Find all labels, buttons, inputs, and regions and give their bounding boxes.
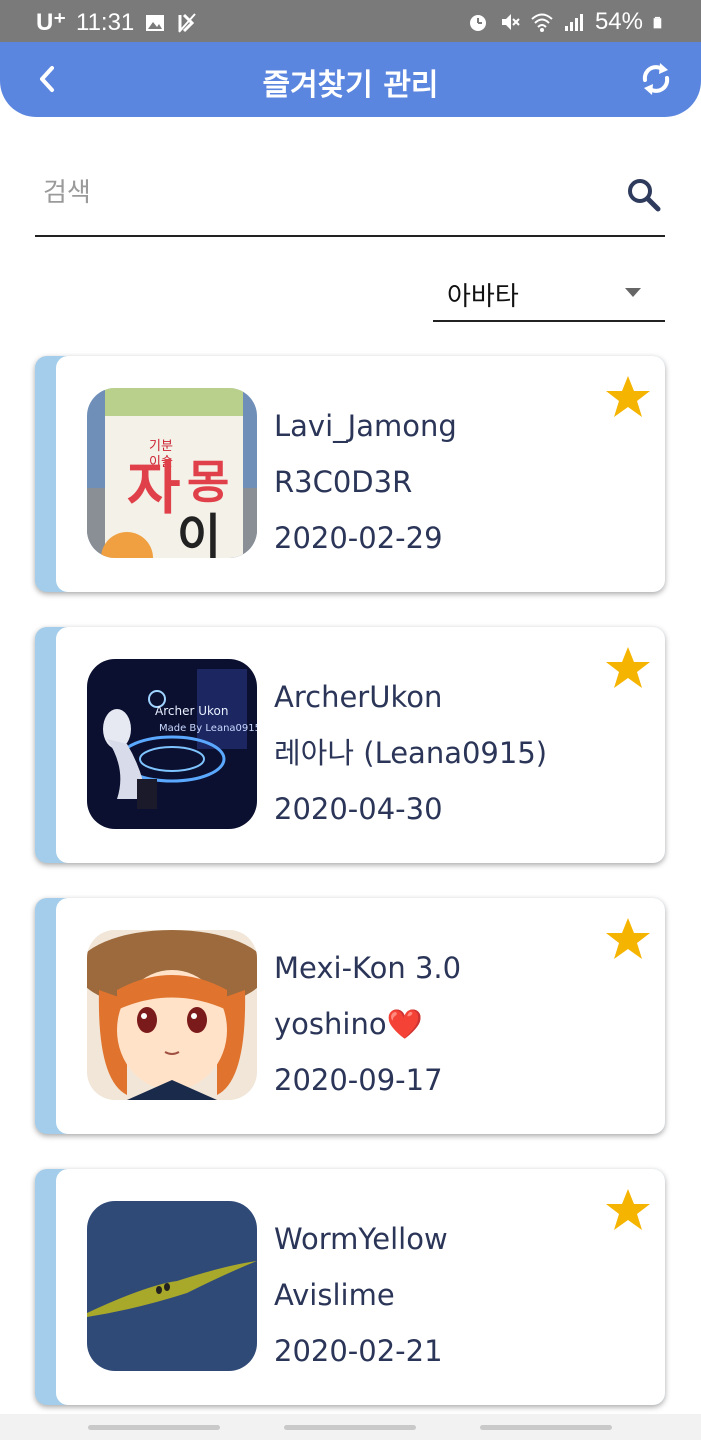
- favorite-card[interactable]: Archer Ukon Made By Leana0915 ArcherUkon…: [35, 627, 665, 863]
- avatar-date: 2020-04-30: [274, 792, 443, 826]
- star-icon[interactable]: [605, 645, 651, 691]
- avatar-thumbnail: [87, 930, 257, 1100]
- favorite-card[interactable]: 기분 이술 자 몽 이 Lavi_Jamong R3C0D3R 2020-02-…: [35, 356, 665, 592]
- card-body: WormYellow Avislime 2020-02-21: [56, 1169, 665, 1405]
- nav-home-handle[interactable]: [284, 1425, 416, 1430]
- wifi-icon: [531, 13, 553, 32]
- carrier-label: U⁺: [36, 9, 66, 36]
- nav-recents-handle[interactable]: [88, 1425, 220, 1430]
- svg-text:이: 이: [177, 509, 221, 558]
- card-text: ArcherUkon 레아나 (Leana0915) 2020-04-30: [274, 669, 547, 837]
- status-bar: U⁺ 11:31 54%: [0, 0, 701, 42]
- search-bar: [35, 158, 665, 237]
- status-right: 54%: [467, 8, 667, 36]
- battery-level: 54%: [594, 8, 643, 35]
- avatar-author: yoshino❤️: [274, 1007, 423, 1041]
- system-nav-bar: [0, 1414, 701, 1440]
- avatar-thumbnail: 기분 이술 자 몽 이: [87, 388, 257, 558]
- svg-text:Made By Leana0915: Made By Leana0915: [159, 723, 257, 734]
- card-body: Archer Ukon Made By Leana0915 ArcherUkon…: [56, 627, 665, 863]
- avatar-image: [87, 930, 257, 1100]
- star-icon[interactable]: [605, 374, 651, 420]
- favorite-card[interactable]: Mexi-Kon 3.0 yoshino❤️ 2020-09-17: [35, 898, 665, 1134]
- favorite-card[interactable]: WormYellow Avislime 2020-02-21: [35, 1169, 665, 1405]
- svg-text:몽: 몽: [187, 455, 229, 509]
- card-body: Mexi-Kon 3.0 yoshino❤️ 2020-09-17: [56, 898, 665, 1134]
- dropdown-selected-value: 아바타: [447, 282, 519, 312]
- card-text: Lavi_Jamong R3C0D3R 2020-02-29: [274, 398, 457, 566]
- search-icon[interactable]: [625, 176, 663, 214]
- avatar-name: Mexi-Kon 3.0: [274, 951, 462, 985]
- signal-icon: [564, 14, 583, 31]
- avatar-image: [87, 1201, 257, 1371]
- dropdown-arrow-icon: [625, 288, 641, 297]
- search-input[interactable]: [41, 172, 605, 214]
- card-body: 기분 이술 자 몽 이 Lavi_Jamong R3C0D3R 2020-02-…: [56, 356, 665, 592]
- svg-text:기분: 기분: [149, 439, 173, 454]
- alarm-icon: [469, 15, 486, 31]
- avatar-name: ArcherUkon: [274, 680, 443, 714]
- favorites-list: 기분 이술 자 몽 이 Lavi_Jamong R3C0D3R 2020-02-…: [35, 356, 665, 1440]
- avatar-name: WormYellow: [274, 1222, 448, 1256]
- image-icon: [146, 14, 165, 31]
- avatar-image: Archer Ukon Made By Leana0915: [87, 659, 257, 829]
- avatar-image: 기분 이술 자 몽 이: [87, 388, 257, 558]
- svg-text:자: 자: [127, 454, 180, 522]
- category-dropdown[interactable]: 아바타: [433, 266, 665, 322]
- status-left: U⁺ 11:31: [36, 8, 198, 37]
- refresh-icon: [642, 63, 670, 95]
- star-icon[interactable]: [605, 1187, 651, 1233]
- avatar-date: 2020-09-17: [274, 1063, 443, 1097]
- avatar-author: Avislime: [274, 1278, 395, 1312]
- clock: 11:31: [76, 8, 135, 36]
- avatar-date: 2020-02-21: [274, 1334, 443, 1368]
- battery-icon: [653, 16, 662, 29]
- avatar-thumbnail: [87, 1201, 257, 1371]
- card-text: Mexi-Kon 3.0 yoshino❤️ 2020-09-17: [274, 940, 461, 1108]
- mute-icon: [501, 14, 520, 30]
- star-icon[interactable]: [605, 916, 651, 962]
- avatar-date: 2020-02-29: [274, 521, 443, 555]
- avatar-author: 레아나 (Leana0915): [274, 736, 548, 770]
- avatar-name: Lavi_Jamong: [274, 409, 457, 443]
- refresh-button[interactable]: [635, 58, 677, 100]
- avatar-author: R3C0D3R: [274, 465, 413, 499]
- avatar-thumbnail: Archer Ukon Made By Leana0915: [87, 659, 257, 829]
- svg-text:Archer Ukon: Archer Ukon: [155, 704, 228, 718]
- nav-back-handle[interactable]: [480, 1425, 612, 1430]
- page-title: 즐겨찾기 관리: [262, 68, 439, 103]
- app-bar: 즐겨찾기 관리: [0, 42, 701, 117]
- card-text: WormYellow Avislime 2020-02-21: [274, 1211, 448, 1379]
- no-charge-icon: [178, 12, 197, 33]
